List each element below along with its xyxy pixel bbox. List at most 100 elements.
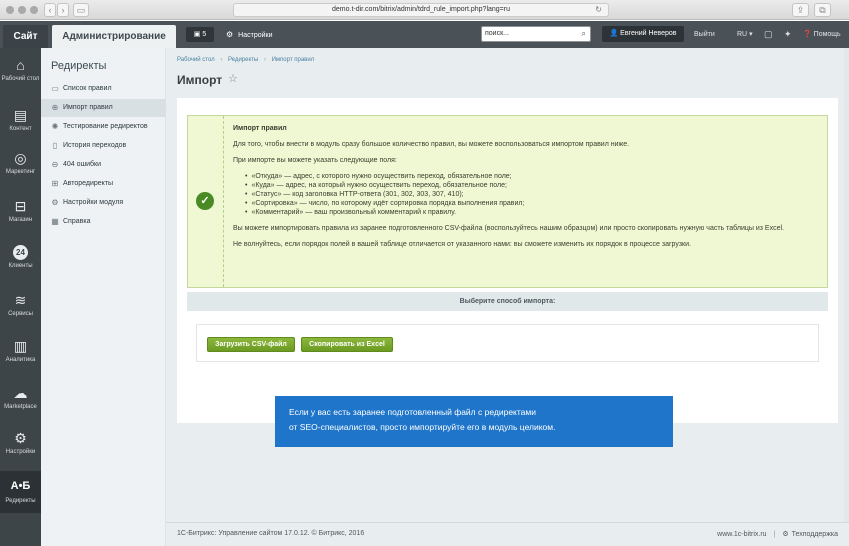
leftnav-item-marketing[interactable]: ◎ Маркетинг — [0, 150, 41, 176]
notifications-count: 5 — [202, 31, 207, 38]
leftnav-label: Сервисы — [8, 311, 33, 317]
submenu-item-test-redirects[interactable]: ✺ Тестирование редиректов — [41, 118, 166, 136]
page-scrollbar[interactable] — [844, 48, 849, 522]
submenu-label: Список правил — [63, 85, 112, 92]
star-icon[interactable]: ☆ — [228, 72, 238, 85]
tooltip-line: от SEO-специалистов, просто импортируйте… — [289, 422, 556, 432]
list-item: «Комментарий» — ваш произвольный коммент… — [245, 208, 823, 217]
upload-csv-button[interactable]: Загрузить CSV-файл — [207, 337, 295, 352]
list-item: «Откуда» — адрес, с которого нужно осуще… — [245, 172, 823, 181]
breadcrumb-item-desktop[interactable]: Рабочий стол — [177, 57, 215, 63]
list-item: «Сортировка» — число, по которому идёт с… — [245, 199, 823, 208]
sidebar-toggle-button[interactable]: ▭ — [73, 3, 89, 17]
language-label: RU — [737, 31, 748, 38]
gear-icon: ⚙ — [226, 30, 234, 39]
language-selector[interactable]: RU ▾ — [737, 27, 753, 42]
page-title: Импорт — [177, 73, 223, 87]
help-label: Помощь — [813, 31, 841, 38]
cloud-download-icon: ☁ — [13, 385, 28, 401]
leftnav-label: Маркетинг — [5, 169, 36, 175]
forward-button[interactable]: › — [57, 3, 69, 17]
breadcrumb-item-import[interactable]: Импорт правил — [272, 57, 315, 63]
help-link[interactable]: ❓ Помощь — [803, 27, 841, 42]
leftnav-label: Рабочий стол — [1, 76, 40, 82]
choose-import-method-heading: Выберите способ импорта: — [187, 292, 828, 311]
address-text: demo.t-dir.com/bitrix/admin/tdrd_rule_im… — [331, 6, 510, 13]
check-circle-icon: ✓ — [196, 192, 214, 210]
address-bar[interactable]: demo.t-dir.com/bitrix/admin/tdrd_rule_im… — [233, 3, 609, 17]
leftnav-label: Настройки — [5, 449, 36, 455]
pin-icon[interactable]: ✦ — [784, 27, 792, 42]
search-placeholder: поиск... — [485, 30, 509, 37]
search-icon[interactable]: ⌕ — [582, 27, 586, 41]
target-icon: ◎ — [14, 150, 27, 166]
breadcrumb-separator: › — [263, 57, 266, 63]
notice-fields-intro: При импорте вы можете указать следующие … — [233, 157, 397, 164]
import-icon: ⊕ — [51, 103, 59, 112]
tab-administration[interactable]: Администрирование — [52, 25, 176, 48]
home-icon: ⌂ — [16, 57, 25, 73]
leftnav-item-clients[interactable]: 24 Клиенты — [0, 245, 41, 270]
browser-toolbar: ‹ › ▭ demo.t-dir.com/bitrix/admin/tdrd_r… — [0, 0, 849, 20]
left-icon-nav: ⌂ Рабочий стол ▤ Контент ◎ Маркетинг ⊟ М… — [0, 48, 41, 546]
submenu-label: Авторедиректы — [63, 180, 114, 187]
leftnav-item-analytics[interactable]: ▥ Аналитика — [0, 338, 41, 364]
submenu-label: Настройки модуля — [63, 199, 124, 206]
clients-24-icon: 24 — [13, 245, 28, 260]
admin-topbar: Сайт Администрирование ▣ 5 ⚙ Настройки по… — [0, 21, 849, 48]
close-window-icon[interactable] — [6, 6, 14, 14]
submenu-item-module-settings[interactable]: ⚙ Настройки модуля — [41, 194, 166, 212]
user-icon: 👤 — [609, 30, 619, 37]
copy-from-excel-button[interactable]: Скопировать из Excel — [301, 337, 393, 352]
notifications-button[interactable]: ▣ 5 — [186, 27, 214, 42]
hint-tooltip: Если у вас есть заранее подготовленный ф… — [275, 396, 673, 447]
fullscreen-icon[interactable]: ▢ — [764, 27, 773, 42]
footer-separator: | — [773, 531, 776, 538]
user-menu-button[interactable]: 👤 Евгений Неверов — [602, 26, 684, 42]
leftnav-item-content[interactable]: ▤ Контент — [0, 107, 41, 133]
notice-icon-column: ✓ — [188, 116, 224, 287]
leftnav-label: Магазин — [8, 217, 33, 223]
notifications-icon: ▣ — [193, 31, 201, 38]
notice-fields-list: «Откуда» — адрес, с которого нужно осуще… — [233, 172, 823, 217]
leftnav-item-desktop[interactable]: ⌂ Рабочий стол — [0, 57, 41, 83]
import-panel: ✓ Импорт правил Для того, чтобы внести в… — [177, 98, 838, 423]
bar-chart-icon: ▥ — [13, 338, 28, 354]
submenu-item-404[interactable]: ⊖ 404 ошибки — [41, 156, 166, 174]
footer-support-link[interactable]: Техподдержка — [792, 531, 838, 538]
help-book-icon: ▦ — [51, 217, 59, 226]
share-button[interactable]: ⇪ — [792, 3, 809, 17]
tooltip-line: Если у вас есть заранее подготовленный ф… — [289, 407, 536, 417]
search-input[interactable]: поиск... ⌕ — [481, 26, 591, 42]
minus-circle-icon: ⊖ — [51, 160, 59, 169]
submenu-item-history[interactable]: ▯ История переходов — [41, 137, 166, 155]
submenu-item-rules-list[interactable]: ▭ Список правил — [41, 80, 166, 98]
submenu-label: Справка — [63, 218, 91, 225]
content-icon: ▤ — [13, 107, 28, 123]
leftnav-item-shop[interactable]: ⊟ Магазин — [0, 198, 41, 224]
breadcrumb-item-redirects[interactable]: Редиректы — [228, 57, 258, 63]
submenu-item-help[interactable]: ▦ Справка — [41, 213, 166, 231]
maximize-window-icon[interactable] — [30, 6, 38, 14]
submenu-item-import-rules[interactable]: ⊕ Импорт правил — [41, 99, 166, 117]
leftnav-item-marketplace[interactable]: ☁ Marketplace — [0, 385, 41, 411]
leftnav-item-services[interactable]: ≋ Сервисы — [0, 292, 41, 318]
leftnav-label: Редиректы — [5, 498, 36, 504]
tabs-button[interactable]: ⧉ — [814, 3, 831, 17]
submenu-title: Редиректы — [51, 60, 107, 72]
submenu-label: Тестирование редиректов — [63, 123, 148, 130]
top-settings-link[interactable]: ⚙ Настройки — [226, 27, 273, 42]
minimize-window-icon[interactable] — [18, 6, 26, 14]
leftnav-item-settings[interactable]: ⚙ Настройки — [0, 430, 41, 456]
leftnav-label: Аналитика — [5, 357, 36, 363]
tab-site[interactable]: Сайт — [3, 25, 48, 48]
layers-icon: ≋ — [14, 292, 27, 308]
back-button[interactable]: ‹ — [44, 3, 56, 17]
submenu-label: 404 ошибки — [63, 161, 102, 168]
leftnav-item-redirects[interactable]: A•Б Редиректы — [0, 471, 41, 513]
list-icon: ▭ — [51, 84, 59, 93]
submenu-item-auto-redirects[interactable]: ⊞ Авторедиректы — [41, 175, 166, 193]
logout-link[interactable]: Выйти — [694, 27, 715, 42]
footer-site-link[interactable]: www.1c-bitrix.ru — [717, 531, 766, 538]
reload-icon[interactable]: ↻ — [595, 4, 602, 16]
